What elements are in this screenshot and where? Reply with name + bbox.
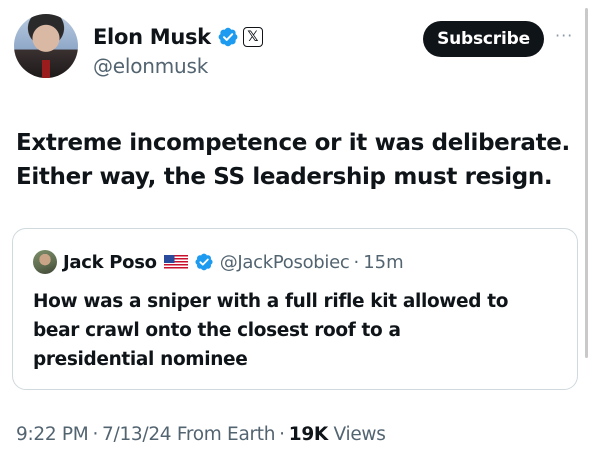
subscribe-button[interactable]: Subscribe [423, 21, 544, 57]
separator-dot: · [279, 424, 285, 445]
more-options-icon[interactable]: ··· [555, 26, 573, 45]
verified-badge-icon[interactable] [194, 252, 214, 272]
quoted-tweet-card[interactable]: Jack Poso @JackPosobiec · 15m How was a … [12, 228, 578, 390]
quoted-author-name[interactable]: Jack Poso [63, 252, 157, 273]
quoted-tweet-text: How was a sniper with a full rifle kit a… [33, 287, 563, 374]
quoted-author-avatar[interactable] [33, 250, 57, 274]
us-flag-icon [163, 254, 188, 270]
tweet-time[interactable]: 9:22 PM [16, 424, 89, 445]
tweet-meta-row: 9:22 PM · 7/13/24 From Earth · 19K Views [16, 424, 386, 445]
views-label: Views [333, 424, 386, 445]
tweet-text-line: Extreme incompetence or it was deliberat… [16, 130, 570, 156]
author-handle[interactable]: @elonmusk [93, 54, 208, 78]
quoted-tweet-header: Jack Poso @JackPosobiec · 15m [33, 249, 404, 275]
quoted-author-handle[interactable]: @JackPosobiec [220, 252, 350, 273]
quoted-text-line: bear crawl onto the closest roof to a [33, 320, 401, 341]
author-avatar[interactable] [14, 14, 78, 78]
views-count[interactable]: 19K [289, 424, 328, 445]
quoted-tweet-time[interactable]: 15m [363, 252, 403, 273]
x-logo-icon[interactable]: 𝕏 [242, 27, 263, 47]
separator-dot: · [353, 251, 360, 273]
separator-dot: · [92, 424, 99, 445]
tweet-text: Extreme incompetence or it was deliberat… [16, 126, 576, 194]
verified-badge-icon[interactable] [217, 26, 239, 48]
tweet-date-source[interactable]: 7/13/24 From Earth [102, 424, 275, 445]
quoted-text-line: presidential nominee [33, 349, 248, 370]
scrollbar[interactable] [585, 8, 588, 358]
author-display-name[interactable]: Elon Musk [93, 25, 211, 49]
author-name-row: Elon Musk 𝕏 [93, 22, 263, 52]
avatar-detail [42, 60, 50, 78]
quoted-text-line: How was a sniper with a full rifle kit a… [33, 291, 509, 312]
tweet-text-line: Either way, the SS leadership must resig… [16, 164, 553, 190]
